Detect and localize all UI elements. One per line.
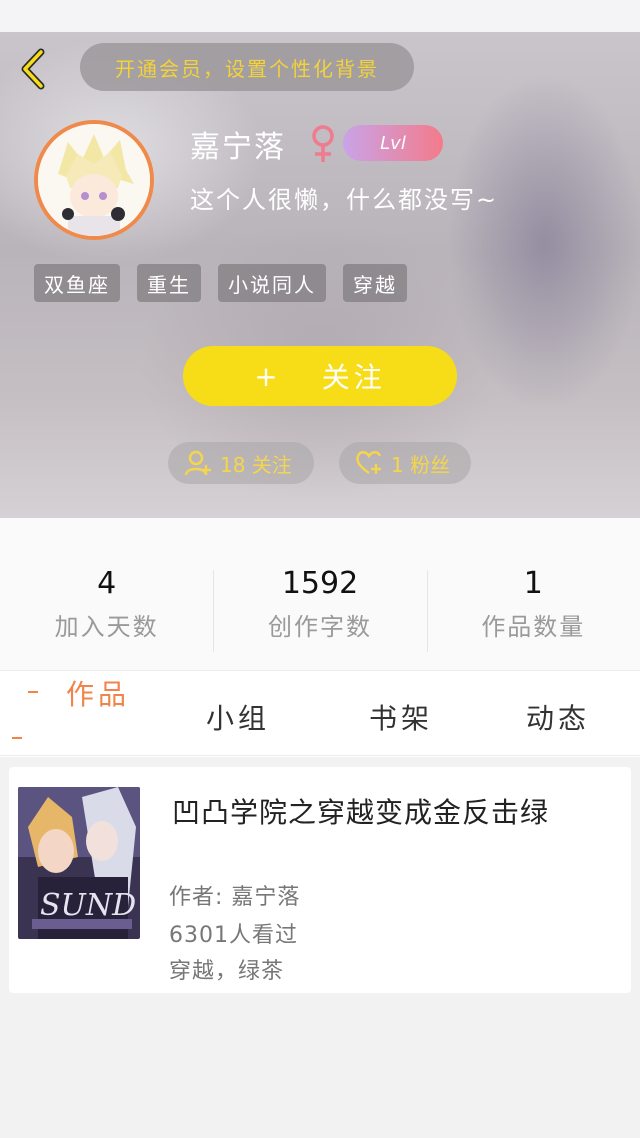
stat-label: 作品数量: [481, 613, 586, 641]
stat-work-count: 1 作品数量: [426, 518, 640, 670]
follow-button[interactable]: + 关注: [183, 346, 457, 406]
work-title[interactable]: 凹凸学院之穿越变成金反击绿: [172, 791, 631, 831]
stat-label: 加入天数: [54, 613, 159, 641]
chevron-left-icon: [21, 48, 45, 90]
user-add-icon: [184, 450, 211, 476]
heart-add-icon: [356, 451, 382, 474]
list-item[interactable]: SUND 凹凸学院之穿越变成金反击绿 作者: 嘉宁落 6301人看过 穿越，绿茶: [9, 767, 631, 993]
stat-word-count: 1592 创作字数: [213, 518, 426, 670]
profile-header: 开通会员，设置个性化背景 嘉宁落 Lvl 这个人很懒，什么都没写~ 双鱼座 重生…: [0, 32, 640, 518]
tab-bookshelf[interactable]: 书架: [369, 697, 433, 737]
avatar-illustration: [38, 124, 150, 236]
back-button[interactable]: [14, 48, 54, 90]
stats-row: 4 加入天数 1592 创作字数 1 作品数量: [0, 518, 640, 670]
tag[interactable]: 小说同人: [218, 264, 326, 302]
stat-label: 创作字数: [267, 613, 372, 641]
work-tags: 穿越，绿茶: [169, 959, 285, 984]
work-list: SUND 凹凸学院之穿越变成金反击绿 作者: 嘉宁落 6301人看过 穿越，绿茶: [0, 757, 640, 1138]
avatar[interactable]: [34, 120, 154, 240]
tab-indicator: [28, 691, 38, 693]
tag[interactable]: 重生: [137, 264, 201, 302]
following-text: 18 关注: [220, 452, 292, 477]
book-cover[interactable]: SUND: [18, 787, 140, 939]
tab-bar: 作品 小组 书架 动态: [0, 670, 640, 756]
plus-icon: +: [254, 359, 282, 393]
fans-button[interactable]: 1 粉丝: [339, 442, 471, 484]
tag[interactable]: 穿越: [343, 264, 407, 302]
level-badge: Lvl: [343, 125, 443, 161]
female-icon: [312, 125, 334, 162]
cover-illustration: SUND: [18, 787, 140, 939]
signature: 这个人很懒，什么都没写~: [190, 186, 499, 214]
username: 嘉宁落: [190, 130, 286, 165]
fans-text: 1 粉丝: [391, 452, 451, 477]
vip-banner[interactable]: 开通会员，设置个性化背景: [80, 43, 414, 91]
work-views: 6301人看过: [169, 923, 298, 948]
following-button[interactable]: 18 关注: [168, 442, 314, 484]
stat-value: 1: [523, 566, 543, 601]
tab-indicator: [12, 737, 22, 739]
tab-groups[interactable]: 小组: [206, 697, 270, 737]
stat-value: 4: [97, 566, 117, 601]
status-bar: [0, 0, 640, 32]
stat-join-days: 4 加入天数: [0, 518, 213, 670]
follow-label: 关注: [321, 361, 386, 394]
tab-feed[interactable]: 动态: [526, 697, 590, 737]
svg-text:SUND: SUND: [40, 888, 136, 923]
tag-list: 双鱼座 重生 小说同人 穿越: [34, 264, 407, 302]
tag[interactable]: 双鱼座: [34, 264, 120, 302]
work-author: 作者: 嘉宁落: [169, 885, 301, 910]
tab-works[interactable]: 作品: [66, 673, 130, 713]
stat-value: 1592: [281, 566, 359, 601]
